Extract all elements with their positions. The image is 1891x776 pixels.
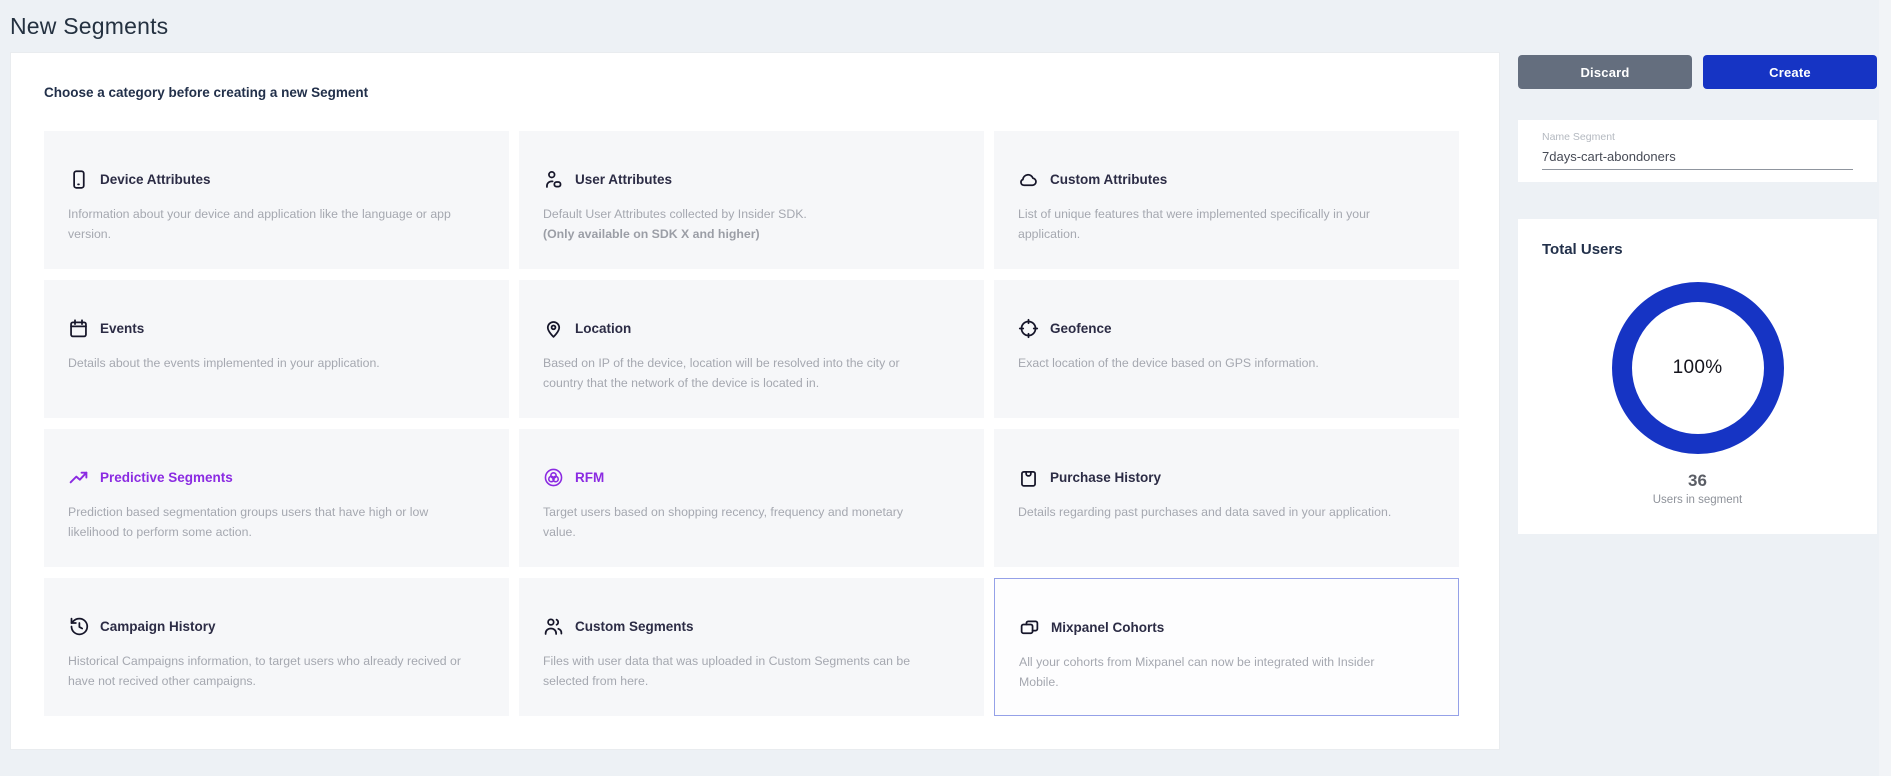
create-button[interactable]: Create (1703, 55, 1877, 89)
location-icon (543, 318, 564, 339)
category-title: Device Attributes (100, 172, 211, 187)
category-title: Predictive Segments (100, 470, 233, 485)
category-description-note: (Only available on SDK X and higher) (519, 225, 984, 245)
geofence-icon (1018, 318, 1039, 339)
category-card-custom-attributes[interactable]: Custom Attributes List of unique feature… (994, 131, 1459, 269)
category-title: RFM (575, 470, 604, 485)
category-description: Based on IP of the device, location will… (519, 339, 984, 394)
category-title: Mixpanel Cohorts (1051, 620, 1164, 635)
category-grid: Device Attributes Information about your… (44, 131, 1459, 716)
category-description: Details regarding past purchases and dat… (994, 488, 1459, 523)
category-panel: Choose a category before creating a new … (10, 52, 1500, 750)
predictive-segments-icon (68, 467, 89, 488)
category-title: User Attributes (575, 172, 672, 187)
total-users-donut-chart: 100% (1612, 282, 1784, 454)
category-description: Default User Attributes collected by Ins… (519, 190, 984, 225)
page-title: New Segments (10, 13, 168, 40)
name-segment-input[interactable] (1542, 149, 1853, 170)
category-card-predictive-segments[interactable]: Predictive Segments Prediction based seg… (44, 429, 509, 567)
users-caption: Users in segment (1542, 494, 1853, 506)
custom-segments-icon (543, 616, 564, 637)
mixpanel-cohorts-icon (1019, 617, 1040, 638)
category-card-rfm[interactable]: RFM Target users based on shopping recen… (519, 429, 984, 567)
rfm-icon (543, 467, 564, 488)
category-card-geofence[interactable]: Geofence Exact location of the device ba… (994, 280, 1459, 418)
category-description: Prediction based segmentation groups use… (44, 488, 509, 543)
category-card-campaign-history[interactable]: Campaign History Historical Campaigns in… (44, 578, 509, 716)
category-card-events[interactable]: Events Details about the events implemen… (44, 280, 509, 418)
category-title: Location (575, 321, 631, 336)
total-users-card: Total Users 100% 36 Users in segment (1518, 219, 1877, 534)
category-description: All your cohorts from Mixpanel can now b… (995, 638, 1458, 693)
category-title: Custom Attributes (1050, 172, 1167, 187)
category-title: Events (100, 321, 144, 336)
name-segment-card: Name Segment (1518, 120, 1877, 182)
discard-button[interactable]: Discard (1518, 55, 1692, 89)
category-description: Target users based on shopping recency, … (519, 488, 984, 543)
category-description: Historical Campaigns information, to tar… (44, 637, 509, 692)
category-card-purchase-history[interactable]: Purchase History Details regarding past … (994, 429, 1459, 567)
category-title: Campaign History (100, 619, 216, 634)
category-title: Custom Segments (575, 619, 694, 634)
action-buttons: Discard Create (1518, 55, 1877, 89)
category-title: Geofence (1050, 321, 1112, 336)
category-card-custom-segments[interactable]: Custom Segments Files with user data tha… (519, 578, 984, 716)
campaign-history-icon (68, 616, 89, 637)
panel-subtitle: Choose a category before creating a new … (44, 85, 368, 100)
name-segment-label: Name Segment (1542, 131, 1853, 143)
category-card-device-attributes[interactable]: Device Attributes Information about your… (44, 131, 509, 269)
category-title: Purchase History (1050, 470, 1161, 485)
category-card-location[interactable]: Location Based on IP of the device, loca… (519, 280, 984, 418)
category-description: Exact location of the device based on GP… (994, 339, 1459, 374)
category-description: List of unique features that were implem… (994, 190, 1459, 245)
category-description: Details about the events implemented in … (44, 339, 509, 374)
user-attributes-icon (543, 169, 564, 190)
custom-attributes-icon (1018, 169, 1039, 190)
device-attributes-icon (68, 169, 89, 190)
category-card-mixpanel-cohorts[interactable]: Mixpanel Cohorts All your cohorts from M… (994, 578, 1459, 716)
donut-percent-label: 100% (1673, 357, 1723, 379)
events-icon (68, 318, 89, 339)
users-count: 36 (1542, 471, 1853, 491)
category-description: Files with user data that was uploaded i… (519, 637, 984, 692)
total-users-title: Total Users (1542, 241, 1853, 258)
category-card-user-attributes[interactable]: User Attributes Default User Attributes … (519, 131, 984, 269)
category-description: Information about your device and applic… (44, 190, 509, 245)
scrollbar-track[interactable] (1879, 0, 1891, 776)
purchase-history-icon (1018, 467, 1039, 488)
